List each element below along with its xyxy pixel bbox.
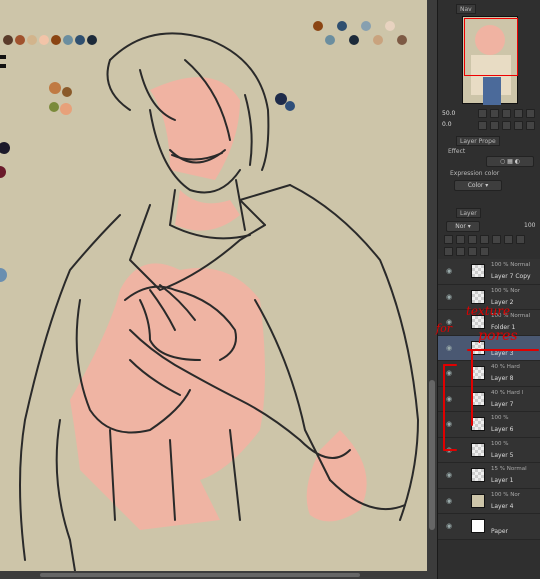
visibility-eye-icon[interactable]: ◉	[444, 522, 454, 530]
visibility-eye-icon[interactable]: ◉	[444, 497, 454, 505]
reset-rotation-icon[interactable]	[502, 121, 511, 130]
palette-swatches-right[interactable]	[313, 21, 407, 45]
palette-swatch[interactable]	[27, 35, 37, 45]
annotation-pores: pores	[478, 328, 518, 344]
palette-swatch[interactable]	[39, 35, 49, 45]
tab-layer[interactable]: Layer	[456, 208, 481, 218]
right-panel: Nav 50.0 0.0 Layer Prope Effect ○ ▦ ◐ Ex…	[436, 0, 540, 579]
actual-size-icon[interactable]	[514, 109, 523, 118]
palette-swatches-left[interactable]	[3, 35, 97, 45]
palette-swatch[interactable]	[397, 35, 407, 45]
blend-mode-select[interactable]: Nor ▾	[446, 221, 480, 232]
palette-swatch[interactable]	[87, 35, 97, 45]
rotate-left-icon[interactable]	[478, 121, 487, 130]
expression-value: Color	[467, 182, 484, 189]
navigator-title: Nav	[460, 6, 472, 13]
rotate-right-icon[interactable]	[490, 121, 499, 130]
scroll-thumb[interactable]	[429, 380, 435, 530]
layer-meta: 100 % Nor	[491, 287, 520, 294]
layer-tool-icon[interactable]	[504, 235, 513, 244]
scroll-thumb[interactable]	[40, 573, 360, 577]
flip-horizontal-icon[interactable]	[514, 121, 523, 130]
blend-mode-value: Nor	[455, 223, 466, 230]
layer-tool-icon[interactable]	[480, 235, 489, 244]
palette-swatch[interactable]	[15, 35, 25, 45]
delete-layer-icon[interactable]	[480, 247, 489, 256]
mask-icon[interactable]	[468, 247, 477, 256]
layer-thumbnail	[471, 468, 485, 482]
layer-row[interactable]: ◉ 100 % Normal Layer 7 Copy	[438, 259, 540, 285]
palette-swatch[interactable]	[313, 21, 323, 31]
layer-tool-icon[interactable]	[444, 235, 453, 244]
zoom-out-icon[interactable]	[478, 109, 487, 118]
layer-tool-icon[interactable]	[492, 235, 501, 244]
opacity-value[interactable]: 100	[524, 222, 535, 229]
layer-thumbnail	[471, 519, 485, 533]
expression-label: Expression color	[450, 170, 500, 177]
palette-swatch[interactable]	[75, 35, 85, 45]
zoom-slider-icon[interactable]	[526, 109, 535, 118]
visibility-eye-icon[interactable]: ◉	[444, 267, 454, 275]
palette-swatch[interactable]	[361, 21, 371, 31]
layer-meta: 15 % Normal	[491, 466, 527, 472]
visibility-eye-icon[interactable]: ◉	[444, 471, 454, 479]
annotation-overlay	[443, 349, 539, 451]
zoom-value[interactable]: 50.0	[442, 110, 455, 117]
layer-name: Layer 7 Copy	[491, 273, 531, 280]
app-window: Nav 50.0 0.0 Layer Prope Effect ○ ▦ ◐ Ex…	[0, 0, 540, 579]
canvas-area	[0, 0, 437, 579]
palette-swatch[interactable]	[51, 35, 61, 45]
palette-swatch[interactable]	[337, 21, 347, 31]
palette-swatch[interactable]	[325, 35, 335, 45]
palette-swatch[interactable]	[63, 35, 73, 45]
layer-row[interactable]: ◉ 15 % Normal Layer 1	[438, 463, 540, 489]
effect-label: Effect	[448, 148, 466, 155]
layer-name: Layer 1	[491, 477, 514, 484]
zoom-in-icon[interactable]	[490, 109, 499, 118]
expression-color-select[interactable]: Color ▾	[454, 180, 502, 191]
flip-vertical-icon[interactable]	[526, 121, 535, 130]
vertical-scrollbar[interactable]	[427, 0, 437, 571]
palette-swatch[interactable]	[3, 35, 13, 45]
layer-name: Paper	[491, 528, 508, 535]
effect-buttons[interactable]: ○ ▦ ◐	[486, 156, 534, 167]
palette-swatch[interactable]	[349, 35, 359, 45]
annotation-texture: texture	[466, 304, 511, 318]
rotation-value[interactable]: 0.0	[442, 121, 452, 128]
view-rectangle[interactable]	[464, 18, 518, 76]
layer-row[interactable]: ◉ Paper	[438, 514, 540, 540]
layer-meta: 100 % Normal	[491, 262, 531, 268]
palette-swatch[interactable]	[385, 21, 395, 31]
fit-icon[interactable]	[502, 109, 511, 118]
drawing-canvas[interactable]	[0, 0, 427, 571]
layer-row[interactable]: ◉ 100 % Nor Layer 4	[438, 488, 540, 514]
layer-name: Layer 4	[491, 502, 514, 510]
layer-panel-title: Layer	[460, 210, 477, 217]
horizontal-scrollbar[interactable]	[0, 571, 437, 579]
annotation-for: for	[436, 322, 452, 335]
new-folder-icon[interactable]	[456, 247, 465, 256]
layer-property-title: Layer Prope	[460, 138, 496, 145]
layer-thumbnail	[471, 493, 485, 508]
palette-swatch[interactable]	[373, 35, 383, 45]
artwork	[0, 21, 419, 571]
layer-tool-icon[interactable]	[516, 235, 525, 244]
tab-navigator[interactable]: Nav	[456, 4, 476, 14]
navigator-preview[interactable]	[462, 16, 518, 105]
layer-meta: 100 % Nor	[491, 491, 520, 498]
tab-layer-property[interactable]: Layer Prope	[456, 136, 500, 146]
layer-tool-icon[interactable]	[468, 235, 477, 244]
new-layer-icon[interactable]	[444, 247, 453, 256]
layer-tool-icon[interactable]	[456, 235, 465, 244]
layer-thumbnail	[471, 264, 485, 278]
